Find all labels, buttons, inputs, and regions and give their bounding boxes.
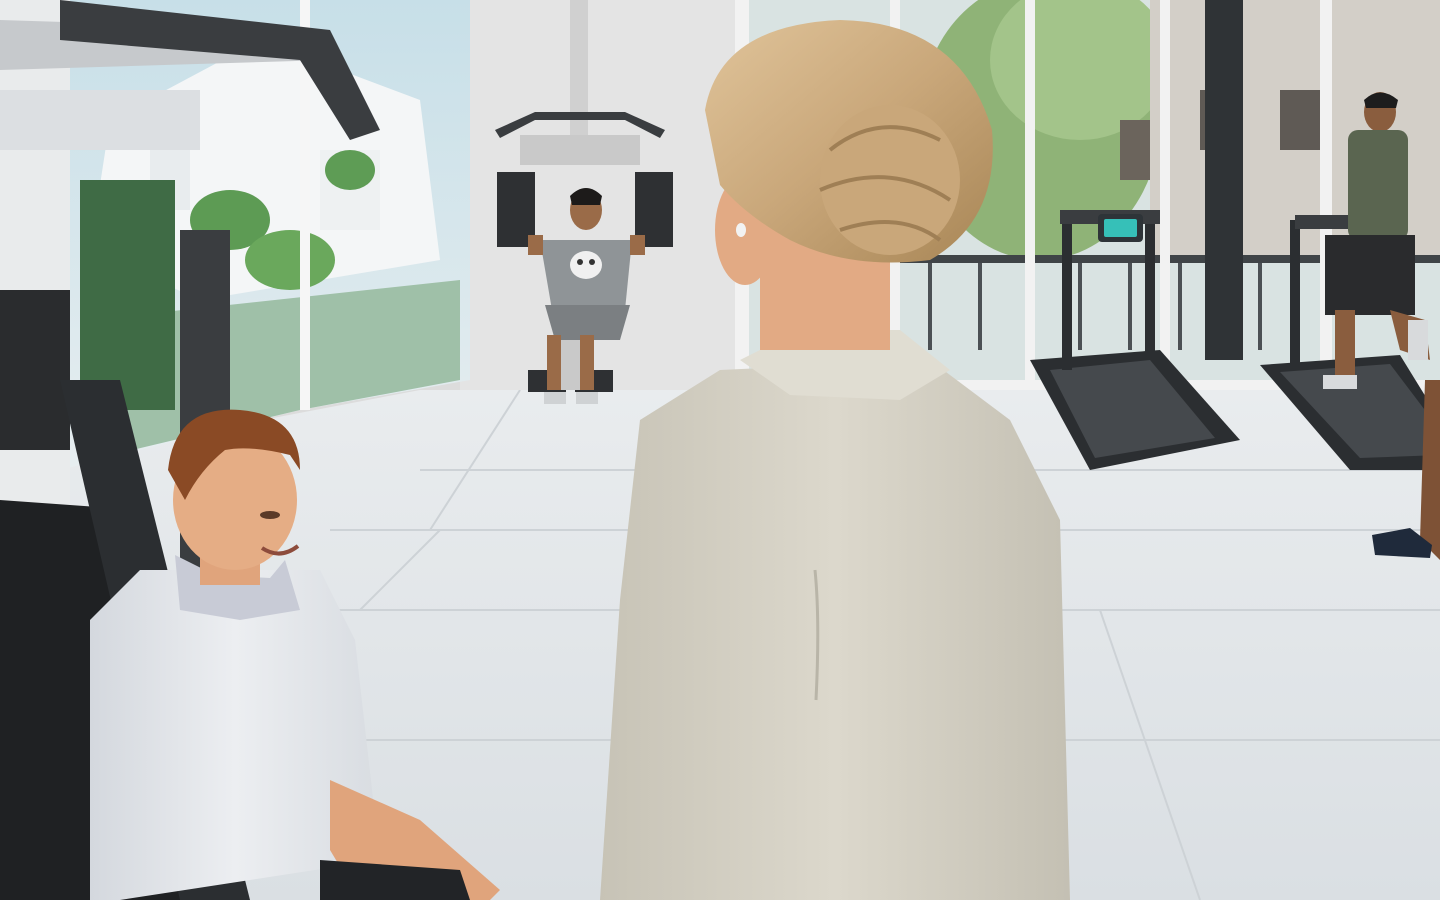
game-scene-viewport[interactable]	[0, 0, 1440, 900]
